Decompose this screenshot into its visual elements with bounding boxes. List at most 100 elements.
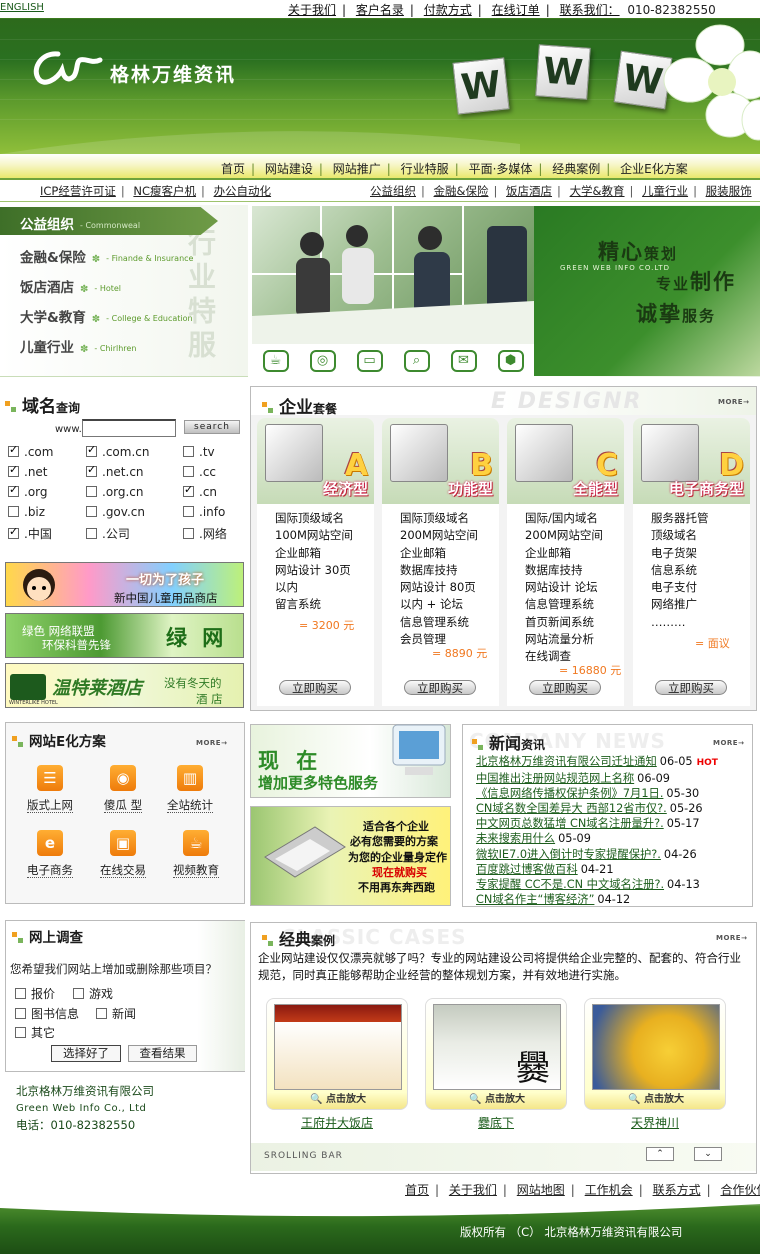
survey-option[interactable]: 其它 — [15, 1024, 55, 1041]
case-zoom-link[interactable]: 🔍 点击放大 — [267, 1090, 409, 1105]
checkbox[interactable] — [15, 1027, 26, 1038]
footer-link-contact[interactable]: 联系方式 — [653, 1183, 701, 1197]
news-link[interactable]: 北京格林万维资讯有限公司迁址通知 — [476, 755, 657, 768]
domain-option[interactable]: .biz — [8, 505, 45, 519]
nav-industry[interactable]: 行业特服 — [395, 162, 455, 176]
nav-multimedia[interactable]: 平面·多媒体 — [463, 162, 539, 176]
e-solution-item[interactable]: ◉ 傻瓜 型 — [92, 765, 154, 813]
news-link[interactable]: 未来搜索用什么 — [476, 832, 555, 845]
survey-option[interactable]: 报价 — [15, 985, 55, 1002]
case-card[interactable]: 🔍 点击放大 — [266, 998, 408, 1110]
nc-link[interactable]: NC瘦客户机 — [133, 184, 196, 198]
checkbox[interactable] — [86, 506, 97, 517]
case-name[interactable]: 天界神川 — [584, 1114, 726, 1131]
checkbox[interactable] — [8, 483, 19, 497]
case-zoom-link[interactable]: 🔍 点击放大 — [585, 1090, 727, 1105]
domain-search-button[interactable]: search — [184, 420, 240, 434]
domain-option[interactable]: .gov.cn — [86, 505, 145, 519]
category-item-children[interactable]: 儿童行业 ✽ - Chirlhren — [20, 336, 136, 356]
nav-promotion[interactable]: 网站推广 — [327, 162, 387, 176]
nav-cases[interactable]: 经典案例 — [546, 162, 606, 176]
case-name[interactable]: 爨底下 — [425, 1114, 567, 1131]
industry-link[interactable]: 饭店酒店 — [506, 184, 552, 198]
domain-option[interactable]: .org.cn — [86, 485, 144, 499]
industry-link[interactable]: 服装服饰 — [706, 184, 752, 198]
domain-option[interactable]: .tv — [183, 445, 215, 459]
buy-now-button[interactable]: 立即购买 — [529, 680, 601, 695]
domain-option[interactable]: .网络 — [183, 525, 227, 542]
e-solution-item[interactable]: ▣ 在线交易 — [92, 830, 154, 878]
case-screenshot[interactable] — [592, 1004, 720, 1090]
oa-link[interactable]: 办公自动化 — [214, 184, 272, 198]
checkbox[interactable] — [8, 463, 19, 477]
promo-winter-hotel[interactable]: WINTERLIKE HOTEL 温特莱酒店 没有冬天的 酒 店 — [5, 663, 244, 708]
checkbox[interactable] — [183, 528, 194, 539]
case-card[interactable]: 爨 🔍 点击放大 — [425, 998, 567, 1110]
checkbox[interactable] — [183, 466, 194, 477]
order-link[interactable]: 在线订单 — [492, 3, 540, 17]
promo-green-net[interactable]: 绿色 网络联盟 环保科普先锋 绿 网 — [5, 613, 244, 658]
e-solution-item[interactable]: ☰ 版式上网 — [19, 765, 81, 813]
checkbox[interactable] — [86, 486, 97, 497]
buy-now-button[interactable]: 立即购买 — [655, 680, 727, 695]
category-item-commonweal[interactable]: 公益组织 - Commonweal — [20, 213, 140, 233]
e-solution-item[interactable]: e 电子商务 — [19, 830, 81, 878]
nav-e-solution[interactable]: 企业E化方案 — [614, 162, 694, 176]
nav-web-build[interactable]: 网站建设 — [259, 162, 319, 176]
checkbox[interactable] — [8, 506, 19, 517]
payment-link[interactable]: 付款方式 — [424, 3, 472, 17]
case-link[interactable]: 爨底下 — [478, 1116, 514, 1130]
buy-now-button[interactable]: 立即购买 — [279, 680, 351, 695]
category-item-education[interactable]: 大学&教育 ✽ - College & Education — [20, 306, 193, 326]
about-link[interactable]: 关于我们 — [288, 3, 336, 17]
survey-option[interactable]: 图书信息 — [15, 1005, 79, 1022]
survey-submit-button[interactable]: 选择好了 — [51, 1045, 121, 1062]
news-link[interactable]: CN域名数全国差异大 西部12省市仅?. — [476, 802, 667, 815]
domain-input[interactable] — [82, 419, 176, 437]
case-name[interactable]: 王府井大饭店 — [266, 1114, 408, 1131]
scroll-down-button[interactable]: ⌄ — [694, 1147, 722, 1161]
checkbox[interactable] — [86, 443, 97, 457]
footer-link-sitemap[interactable]: 网站地图 — [517, 1183, 565, 1197]
nav-home[interactable]: 首页 — [215, 162, 251, 176]
domain-option[interactable]: .info — [183, 505, 225, 519]
e-solution-item[interactable]: ☕ 视频教育 — [165, 830, 227, 878]
survey-results-button[interactable]: 查看结果 — [128, 1045, 197, 1062]
footer-link-home[interactable]: 首页 — [405, 1183, 429, 1197]
domain-option[interactable]: .org — [8, 483, 48, 499]
category-item-hotel[interactable]: 饭店酒店 ✽ - Hotel — [20, 276, 121, 296]
checkbox[interactable] — [73, 988, 84, 999]
checkbox[interactable] — [183, 446, 194, 457]
case-zoom-link[interactable]: 🔍 点击放大 — [426, 1090, 568, 1105]
domain-option[interactable]: .com.cn — [86, 443, 149, 459]
news-link[interactable]: CN域名作主“博客经济” — [476, 893, 594, 906]
footer-link-jobs[interactable]: 工作机会 — [585, 1183, 633, 1197]
case-card[interactable]: 🔍 点击放大 — [584, 998, 726, 1110]
case-link[interactable]: 天界神川 — [631, 1116, 679, 1130]
category-item-finance[interactable]: 金融&保险 ✽ - Finande & Insurance — [20, 246, 193, 266]
checkbox[interactable] — [183, 506, 194, 517]
news-link[interactable]: 专家提醒 CC不是.CN 中文域名注册?. — [476, 878, 664, 891]
e-solution-more-link[interactable]: MORE→ — [196, 739, 227, 747]
scroll-up-button[interactable]: ⌃ — [646, 1147, 674, 1161]
case-screenshot[interactable] — [274, 1004, 402, 1090]
domain-option[interactable]: .net — [8, 463, 48, 479]
industry-link[interactable]: 大学&教育 — [570, 184, 625, 198]
cases-more-link[interactable]: MORE→ — [716, 934, 747, 942]
domain-option[interactable]: .cc — [183, 465, 216, 479]
buy-now-button[interactable]: 立即购买 — [404, 680, 476, 695]
news-link[interactable]: 百度跳过博客做百科 — [476, 863, 578, 876]
checkbox[interactable] — [8, 525, 19, 539]
checkbox[interactable] — [15, 988, 26, 999]
checkbox[interactable] — [183, 483, 194, 497]
industry-link[interactable]: 儿童行业 — [642, 184, 688, 198]
domain-option[interactable]: .net.cn — [86, 463, 144, 479]
industry-link[interactable]: 公益组织 — [370, 184, 416, 198]
news-link[interactable]: 微软IE7.0进入倒计时专家提醒保护?. — [476, 848, 661, 861]
promo-kids-store[interactable]: 一切为了孩子 新中国儿童用品商店 — [5, 562, 244, 607]
news-link[interactable]: 中国推出注册网站规范网上名称 — [476, 772, 634, 785]
case-link[interactable]: 王府井大饭店 — [301, 1116, 373, 1130]
footer-link-partners[interactable]: 合作伙伴 — [720, 1183, 760, 1197]
news-link[interactable]: 《信息网络传播权保护条例》7月1日. — [476, 787, 663, 800]
news-more-link[interactable]: MORE→ — [713, 739, 744, 747]
